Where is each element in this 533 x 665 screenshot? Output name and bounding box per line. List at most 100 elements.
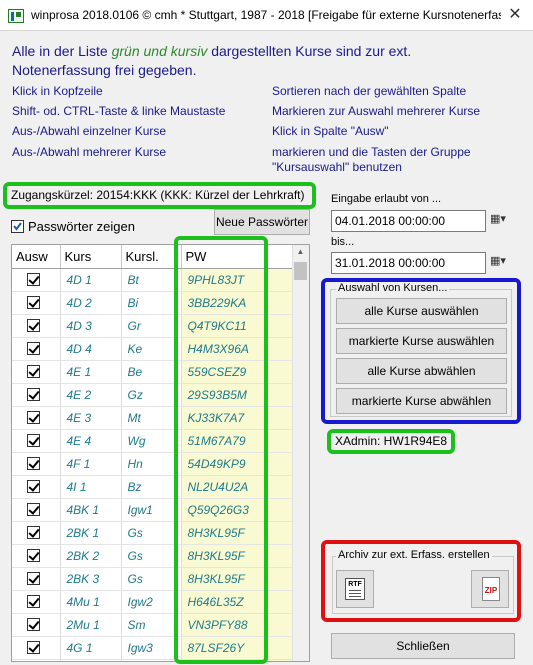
ausw-cell[interactable] xyxy=(12,636,61,660)
ausw-cell[interactable] xyxy=(12,383,61,407)
kursl-cell: Gz xyxy=(121,383,182,407)
archive-legend: Archiv zur ext. Erfass. erstellen xyxy=(336,549,492,561)
help-left-2: Shift- od. CTRL-Taste & linke Maustaste xyxy=(12,104,226,118)
kursl-cell: Be xyxy=(121,360,182,384)
date-from-label: Eingabe erlaubt von ... xyxy=(331,193,442,205)
row-select-checkbox[interactable] xyxy=(27,526,40,539)
row-select-checkbox[interactable] xyxy=(27,388,40,401)
kursl-cell: Ho xyxy=(121,659,182,661)
kurs-cell: 4BK 1 xyxy=(60,498,122,522)
close-window-icon[interactable]: ✕ xyxy=(503,4,527,26)
ausw-cell[interactable] xyxy=(12,521,61,545)
row-select-checkbox[interactable] xyxy=(27,595,40,608)
pw-column-highlight xyxy=(174,236,268,664)
select-marked-button[interactable]: markierte Kurse auswählen xyxy=(336,328,507,354)
ausw-cell[interactable] xyxy=(12,291,61,315)
kursl-cell: Gs xyxy=(121,544,182,568)
row-select-checkbox[interactable] xyxy=(27,296,40,309)
kurs-cell: 2BK 3 xyxy=(60,567,122,591)
scroll-up-icon[interactable]: ▲ xyxy=(295,247,306,259)
zip-export-button[interactable]: ZIP xyxy=(471,570,509,608)
row-select-checkbox[interactable] xyxy=(27,273,40,286)
kurs-cell: 2BK 1 xyxy=(60,521,122,545)
kurs-cell: 4E 1 xyxy=(60,360,122,384)
kurs-cell: 4D 2 xyxy=(60,291,122,315)
window-title: winprosa 2018.0106 © cmh * Stuttgart, 19… xyxy=(31,8,501,22)
ausw-cell[interactable] xyxy=(12,498,61,522)
kursl-cell: Mt xyxy=(121,406,182,430)
row-select-checkbox[interactable] xyxy=(27,319,40,332)
kurs-cell: 4G 1 xyxy=(60,636,122,660)
kurs-cell: 4E 2 xyxy=(60,383,122,407)
app-icon xyxy=(8,9,24,23)
row-select-checkbox[interactable] xyxy=(27,549,40,562)
help-left-1: Klick in Kopfzeile xyxy=(12,84,103,98)
ausw-cell[interactable] xyxy=(12,475,61,499)
help-left-3: Aus-/Abwahl einzelner Kurse xyxy=(12,124,167,138)
row-select-checkbox[interactable] xyxy=(27,457,40,470)
row-select-checkbox[interactable] xyxy=(27,480,40,493)
ausw-cell[interactable] xyxy=(12,268,61,292)
help-left-4: Aus-/Abwahl mehrerer Kurse xyxy=(12,145,167,159)
select-all-button[interactable]: alle Kurse auswählen xyxy=(336,298,507,324)
kurs-cell: 2Mu 1 xyxy=(60,613,122,637)
column-header-kursl[interactable]: Kursl. xyxy=(121,245,182,269)
grid-scrollbar[interactable] xyxy=(292,245,309,661)
ausw-cell[interactable] xyxy=(12,613,61,637)
date-from-calendar-icon[interactable]: ▦▾ xyxy=(490,212,514,230)
show-passwords-checkbox[interactable] xyxy=(11,220,24,233)
new-passwords-button[interactable]: Neue Passwörter xyxy=(214,209,310,235)
ausw-cell[interactable] xyxy=(12,337,61,361)
date-from-field[interactable]: 04.01.2018 00:00:00 xyxy=(331,210,486,232)
date-to-field[interactable]: 31.01.2018 00:00:00 xyxy=(331,252,486,274)
help-right-2: Markieren zur Auswahl mehrerer Kurse xyxy=(272,104,481,118)
ausw-cell[interactable] xyxy=(12,590,61,614)
column-header-kurs[interactable]: Kurs xyxy=(60,245,122,269)
row-select-checkbox[interactable] xyxy=(27,342,40,355)
kursl-cell: Sm xyxy=(121,613,182,637)
deselect-marked-button[interactable]: markierte Kurse abwählen xyxy=(336,388,507,414)
kursl-cell: Wg xyxy=(121,429,182,453)
ausw-cell[interactable] xyxy=(12,567,61,591)
kursl-cell: Bi xyxy=(121,291,182,315)
row-select-checkbox[interactable] xyxy=(27,365,40,378)
deselect-all-button[interactable]: alle Kurse abwählen xyxy=(336,358,507,384)
kursl-cell: Bt xyxy=(121,268,182,292)
ausw-cell[interactable] xyxy=(12,429,61,453)
kursl-cell: Gs xyxy=(121,521,182,545)
kursl-cell: Igw1 xyxy=(121,498,182,522)
kurs-cell: 4I 1 xyxy=(60,475,122,499)
kurs-cell: 2BK 2 xyxy=(60,544,122,568)
show-passwords-label: Passwörter zeigen xyxy=(28,219,135,234)
row-select-checkbox[interactable] xyxy=(27,641,40,654)
column-header-ausw[interactable]: Ausw xyxy=(12,245,61,269)
ausw-cell[interactable] xyxy=(12,452,61,476)
zip-icon-label: ZIP xyxy=(484,586,498,595)
date-to-calendar-icon[interactable]: ▦▾ xyxy=(490,254,514,272)
ausw-cell[interactable] xyxy=(12,360,61,384)
ausw-cell[interactable] xyxy=(12,544,61,568)
ausw-cell[interactable] xyxy=(12,406,61,430)
close-button[interactable]: Schließen xyxy=(331,633,515,659)
kurs-cell: 4D 4 xyxy=(60,337,122,361)
info-line1-a: Alle in der Liste xyxy=(12,43,112,59)
ausw-cell[interactable] xyxy=(12,314,61,338)
info-line1-emphasis: grün und kursiv xyxy=(111,43,208,59)
row-select-checkbox[interactable] xyxy=(27,434,40,447)
row-select-checkbox[interactable] xyxy=(27,411,40,424)
selection-legend: Auswahl von Kursen... xyxy=(336,282,450,294)
zugang-label: Zugangskürzel: 20154:KKK (KKK: Kürzel de… xyxy=(11,188,305,202)
ausw-cell[interactable] xyxy=(12,659,61,661)
help-right-4: markieren und die Tasten der Gruppe xyxy=(272,145,471,159)
kurs-cell: 2G 1 xyxy=(60,659,122,661)
zip-icon: ZIP xyxy=(482,577,500,601)
rtf-export-button[interactable]: RTF xyxy=(336,570,374,608)
kursl-cell: Igw3 xyxy=(121,636,182,660)
row-select-checkbox[interactable] xyxy=(27,618,40,631)
kurs-cell: 4E 4 xyxy=(60,429,122,453)
scroll-thumb[interactable] xyxy=(294,262,307,280)
xadmin-label: XAdmin: HW1R94E8 xyxy=(335,434,448,448)
kurs-cell: 4F 1 xyxy=(60,452,122,476)
row-select-checkbox[interactable] xyxy=(27,503,40,516)
row-select-checkbox[interactable] xyxy=(27,572,40,585)
